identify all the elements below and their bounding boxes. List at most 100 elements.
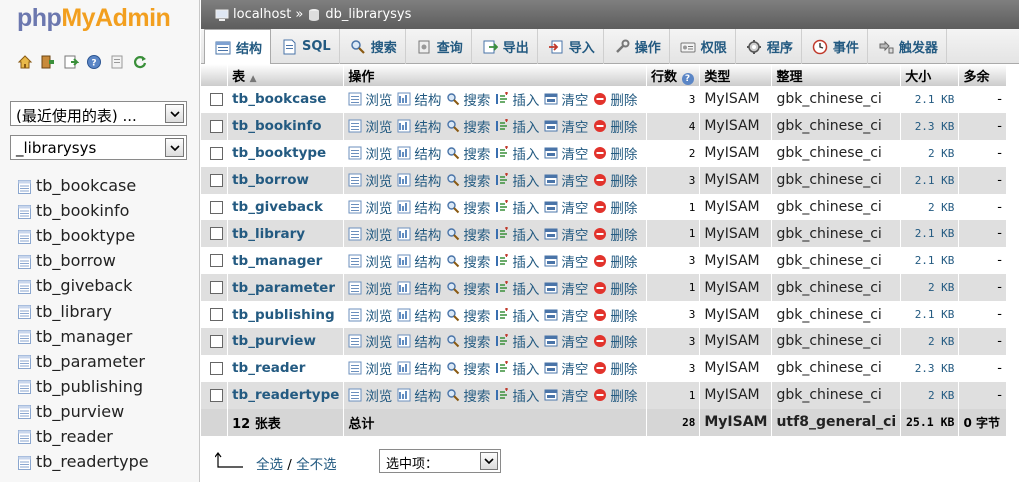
logout-icon[interactable] xyxy=(40,54,56,70)
search-action[interactable]: 搜索 xyxy=(446,170,490,190)
tab-export[interactable]: 导出 xyxy=(472,29,538,64)
empty-action[interactable]: 清空 xyxy=(544,170,588,190)
sidebar-table-item[interactable]: tb_booktype xyxy=(18,223,149,248)
browse-action[interactable]: 浏览 xyxy=(348,385,392,405)
insert-action[interactable]: 插入 xyxy=(495,143,539,163)
row-checkbox[interactable] xyxy=(210,254,223,268)
insert-action[interactable]: 插入 xyxy=(495,305,539,325)
query-window-icon[interactable] xyxy=(63,54,79,70)
phpmyadmin-logo[interactable]: phpMyAdmin xyxy=(17,4,171,33)
row-checkbox[interactable] xyxy=(210,173,223,187)
insert-action[interactable]: 插入 xyxy=(495,170,539,190)
drop-action[interactable]: 删除 xyxy=(593,278,637,298)
structure-action[interactable]: 结构 xyxy=(397,278,441,298)
table-name-link[interactable]: tb_booktype xyxy=(227,139,345,167)
row-checkbox[interactable] xyxy=(210,146,223,160)
browse-action[interactable]: 浏览 xyxy=(348,251,392,271)
empty-action[interactable]: 清空 xyxy=(544,197,588,217)
drop-action[interactable]: 删除 xyxy=(593,224,637,244)
structure-action[interactable]: 结构 xyxy=(397,89,441,109)
search-action[interactable]: 搜索 xyxy=(446,358,490,378)
table-name-link[interactable]: tb_purview xyxy=(227,328,345,355)
browse-action[interactable]: 浏览 xyxy=(348,331,392,351)
structure-action[interactable]: 结构 xyxy=(397,170,441,190)
row-checkbox[interactable] xyxy=(210,388,223,402)
search-action[interactable]: 搜索 xyxy=(446,305,490,325)
structure-action[interactable]: 结构 xyxy=(397,385,441,405)
structure-action[interactable]: 结构 xyxy=(397,305,441,325)
sidebar-table-item[interactable]: tb_bookcase xyxy=(18,173,149,198)
empty-action[interactable]: 清空 xyxy=(544,358,588,378)
empty-action[interactable]: 清空 xyxy=(544,278,588,298)
row-size[interactable]: 2.3 KB xyxy=(900,112,960,140)
row-size[interactable]: 2 KB xyxy=(900,193,960,221)
table-name-link[interactable]: tb_bookinfo xyxy=(227,112,345,140)
insert-action[interactable]: 插入 xyxy=(495,251,539,271)
sidebar-table-item[interactable]: tb_manager xyxy=(18,324,149,349)
insert-action[interactable]: 插入 xyxy=(495,224,539,244)
row-size[interactable]: 2 KB xyxy=(900,328,960,355)
home-icon[interactable] xyxy=(17,54,33,70)
browse-action[interactable]: 浏览 xyxy=(348,197,392,217)
row-checkbox[interactable] xyxy=(210,119,223,133)
drop-action[interactable]: 删除 xyxy=(593,143,637,163)
drop-action[interactable]: 删除 xyxy=(593,89,637,109)
browse-action[interactable]: 浏览 xyxy=(348,170,392,190)
table-name-link[interactable]: tb_publishing xyxy=(227,301,345,329)
table-name-link[interactable]: tb_library xyxy=(227,220,345,248)
structure-action[interactable]: 结构 xyxy=(397,197,441,217)
reload-icon[interactable] xyxy=(132,54,148,70)
row-size[interactable]: 2.3 KB xyxy=(900,354,960,382)
check-all-link[interactable]: 全选 xyxy=(256,457,283,473)
header-type[interactable]: 类型 xyxy=(699,64,773,86)
uncheck-all-link[interactable]: 全不选 xyxy=(296,457,337,473)
insert-action[interactable]: 插入 xyxy=(495,116,539,136)
sidebar-table-item[interactable]: tb_publishing xyxy=(18,374,149,399)
table-name-link[interactable]: tb_parameter xyxy=(227,274,345,302)
tab-operations[interactable]: 操作 xyxy=(604,29,670,64)
insert-action[interactable]: 插入 xyxy=(495,331,539,351)
table-name-link[interactable]: tb_borrow xyxy=(227,166,345,194)
sidebar-table-item[interactable]: tb_giveback xyxy=(18,273,149,298)
breadcrumb-server[interactable]: localhost xyxy=(233,7,291,22)
row-size[interactable]: 2.1 KB xyxy=(900,86,960,113)
sql-docs-icon[interactable] xyxy=(109,54,125,70)
sidebar-table-item[interactable]: tb_bookinfo xyxy=(18,198,149,223)
empty-action[interactable]: 清空 xyxy=(544,143,588,163)
search-action[interactable]: 搜索 xyxy=(446,224,490,244)
drop-action[interactable]: 删除 xyxy=(593,170,637,190)
header-table[interactable]: 表 ▲ xyxy=(227,64,345,86)
search-action[interactable]: 搜索 xyxy=(446,89,490,109)
insert-action[interactable]: 插入 xyxy=(495,358,539,378)
drop-action[interactable]: 删除 xyxy=(593,197,637,217)
empty-action[interactable]: 清空 xyxy=(544,116,588,136)
sidebar-table-item[interactable]: tb_purview xyxy=(18,399,149,424)
structure-action[interactable]: 结构 xyxy=(397,251,441,271)
tab-triggers[interactable]: 触发器 xyxy=(868,29,947,64)
drop-action[interactable]: 删除 xyxy=(593,116,637,136)
insert-action[interactable]: 插入 xyxy=(495,197,539,217)
empty-action[interactable]: 清空 xyxy=(544,305,588,325)
structure-action[interactable]: 结构 xyxy=(397,358,441,378)
table-name-link[interactable]: tb_bookcase xyxy=(227,86,345,113)
search-action[interactable]: 搜索 xyxy=(446,251,490,271)
insert-action[interactable]: 插入 xyxy=(495,278,539,298)
row-size[interactable]: 2.1 KB xyxy=(900,220,960,248)
row-checkbox[interactable] xyxy=(210,92,223,106)
empty-action[interactable]: 清空 xyxy=(544,385,588,405)
row-size[interactable]: 2.1 KB xyxy=(900,247,960,275)
structure-action[interactable]: 结构 xyxy=(397,224,441,244)
table-name-link[interactable]: tb_reader xyxy=(227,354,345,382)
row-size[interactable]: 2.1 KB xyxy=(900,166,960,194)
drop-action[interactable]: 删除 xyxy=(593,358,637,378)
tab-search[interactable]: 搜索 xyxy=(340,29,406,64)
row-checkbox[interactable] xyxy=(210,361,223,375)
tab-structure[interactable]: 结构 xyxy=(204,29,272,65)
browse-action[interactable]: 浏览 xyxy=(348,224,392,244)
with-selected-select[interactable]: 选中项： xyxy=(379,449,501,473)
header-collation[interactable]: 整理 xyxy=(771,64,902,86)
header-overhead[interactable]: 多余 xyxy=(958,64,1007,86)
insert-action[interactable]: 插入 xyxy=(495,385,539,405)
sidebar-table-item[interactable]: tb_reader xyxy=(18,424,149,449)
search-action[interactable]: 搜索 xyxy=(446,143,490,163)
